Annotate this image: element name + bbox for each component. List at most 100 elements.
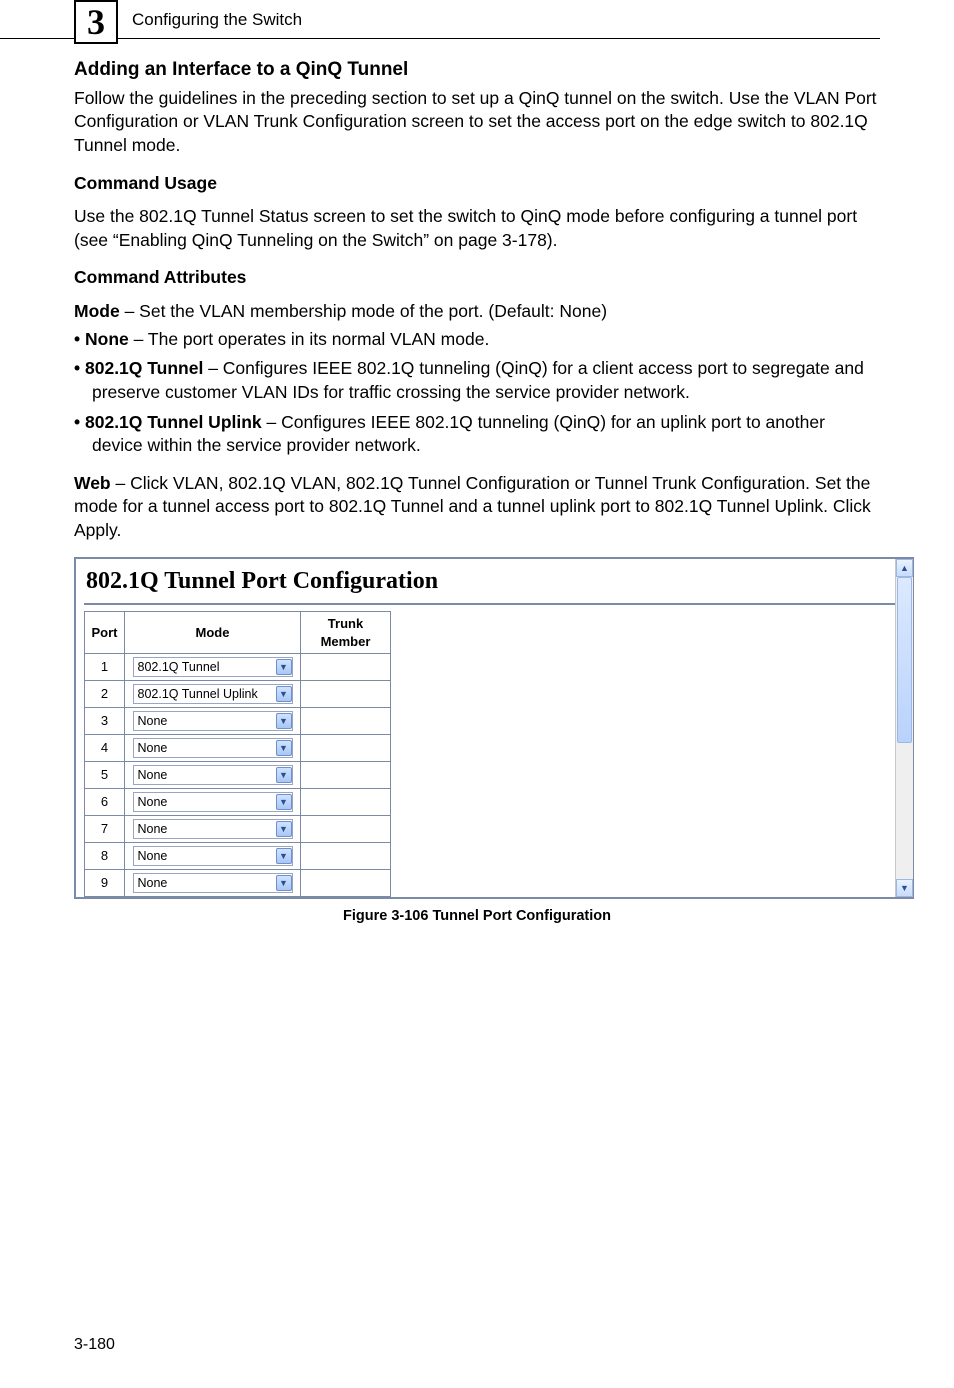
mode-select[interactable]: 802.1Q Tunnel ▼ <box>133 657 293 677</box>
mode-select[interactable]: None ▼ <box>133 792 293 812</box>
chevron-down-icon: ▼ <box>276 821 292 837</box>
mode-select-value: 802.1Q Tunnel Uplink <box>138 686 258 703</box>
mode-select[interactable]: None ▼ <box>133 846 293 866</box>
figure-caption: Figure 3-106 Tunnel Port Configuration <box>74 907 880 927</box>
trunk-cell <box>301 681 391 708</box>
web-lead-bold: Web <box>74 473 111 493</box>
chevron-down-icon: ▼ <box>276 767 292 783</box>
scroll-up-button[interactable]: ▲ <box>896 559 913 577</box>
chevron-down-icon: ▼ <box>276 848 292 864</box>
mode-cell: None ▼ <box>125 816 301 843</box>
col-port: Port <box>85 612 125 654</box>
bullet-bold: 802.1Q Tunnel <box>85 358 203 378</box>
table-row: 9 None ▼ <box>85 870 391 897</box>
mode-select-value: None <box>138 821 168 838</box>
port-cell: 9 <box>85 870 125 897</box>
mode-select-value: None <box>138 875 168 892</box>
trunk-cell <box>301 654 391 681</box>
page-number: 3-180 <box>74 1336 115 1354</box>
mode-lead-rest: – Set the VLAN membership mode of the po… <box>120 301 607 321</box>
mode-select-value: None <box>138 848 168 865</box>
trunk-cell <box>301 708 391 735</box>
command-attributes-heading: Command Attributes <box>74 266 880 290</box>
command-usage-heading: Command Usage <box>74 172 880 196</box>
mode-cell: None ▼ <box>125 708 301 735</box>
mode-select-value: 802.1Q Tunnel <box>138 659 220 676</box>
mode-select[interactable]: None ▼ <box>133 873 293 893</box>
trunk-cell <box>301 762 391 789</box>
chevron-down-icon: ▼ <box>276 794 292 810</box>
mode-cell: None ▼ <box>125 870 301 897</box>
mode-select-value: None <box>138 713 168 730</box>
mode-cell: None ▼ <box>125 789 301 816</box>
port-cell: 2 <box>85 681 125 708</box>
port-cell: 4 <box>85 735 125 762</box>
mode-select[interactable]: None ▼ <box>133 819 293 839</box>
section-intro: Follow the guidelines in the preceding s… <box>74 87 880 158</box>
trunk-cell <box>301 870 391 897</box>
port-cell: 5 <box>85 762 125 789</box>
mode-select[interactable]: 802.1Q Tunnel Uplink ▼ <box>133 684 293 704</box>
col-mode: Mode <box>125 612 301 654</box>
table-row: 5 None ▼ <box>85 762 391 789</box>
mode-select-value: None <box>138 794 168 811</box>
table-row: 2 802.1Q Tunnel Uplink ▼ <box>85 681 391 708</box>
chevron-down-icon: ▼ <box>276 659 292 675</box>
mode-select-value: None <box>138 740 168 757</box>
chevron-down-icon: ▼ <box>276 740 292 756</box>
mode-select[interactable]: None ▼ <box>133 711 293 731</box>
table-row: 8 None ▼ <box>85 843 391 870</box>
chapter-number-box: 3 <box>74 0 118 44</box>
chevron-down-icon: ▼ <box>276 686 292 702</box>
trunk-cell <box>301 735 391 762</box>
table-row: 3 None ▼ <box>85 708 391 735</box>
command-usage-text: Use the 802.1Q Tunnel Status screen to s… <box>74 205 880 252</box>
scroll-track[interactable] <box>896 577 913 879</box>
mode-cell: None ▼ <box>125 762 301 789</box>
table-row: 7 None ▼ <box>85 816 391 843</box>
page-content: Adding an Interface to a QinQ Tunnel Fol… <box>0 57 954 927</box>
mode-select[interactable]: None ▼ <box>133 765 293 785</box>
scroll-thumb[interactable] <box>897 577 912 743</box>
list-item: 802.1Q Tunnel – Configures IEEE 802.1Q t… <box>74 357 880 404</box>
mode-bullets: None – The port operates in its normal V… <box>74 328 880 458</box>
page-header: Configuring the Switch <box>0 0 880 39</box>
bullet-rest: – Configures IEEE 802.1Q tunneling (QinQ… <box>92 358 864 402</box>
trunk-cell <box>301 843 391 870</box>
web-paragraph: Web – Click VLAN, 802.1Q VLAN, 802.1Q Tu… <box>74 472 880 543</box>
port-cell: 7 <box>85 816 125 843</box>
mode-lead: Mode – Set the VLAN membership mode of t… <box>74 300 880 324</box>
screenshot-title: 802.1Q Tunnel Port Configuration <box>76 559 913 603</box>
section-title: Adding an Interface to a QinQ Tunnel <box>74 57 880 83</box>
trunk-cell <box>301 789 391 816</box>
vertical-scrollbar[interactable]: ▲ ▼ <box>895 559 913 897</box>
tunnel-config-screenshot: 802.1Q Tunnel Port Configuration Port Mo… <box>74 557 914 899</box>
mode-cell: None ▼ <box>125 735 301 762</box>
tunnel-port-table: Port Mode Trunk Member 1 802.1Q Tunnel ▼ <box>84 611 391 897</box>
chevron-down-icon: ▼ <box>276 875 292 891</box>
port-cell: 6 <box>85 789 125 816</box>
mode-select-value: None <box>138 767 168 784</box>
list-item: None – The port operates in its normal V… <box>74 328 880 352</box>
port-cell: 8 <box>85 843 125 870</box>
bullet-rest: – The port operates in its normal VLAN m… <box>129 329 490 349</box>
port-cell: 3 <box>85 708 125 735</box>
bullet-bold: 802.1Q Tunnel Uplink <box>85 412 262 432</box>
table-row: 4 None ▼ <box>85 735 391 762</box>
web-lead-rest: – Click VLAN, 802.1Q VLAN, 802.1Q Tunnel… <box>74 473 871 540</box>
table-body: 1 802.1Q Tunnel ▼ 2 802.1Q Tunnel Uplink <box>85 654 391 897</box>
chevron-up-icon: ▲ <box>900 562 909 574</box>
table-header-row: Port Mode Trunk Member <box>85 612 391 654</box>
mode-cell: None ▼ <box>125 843 301 870</box>
col-trunk-label: Trunk Member <box>321 616 371 649</box>
table-row: 1 802.1Q Tunnel ▼ <box>85 654 391 681</box>
chapter-number: 3 <box>87 1 105 43</box>
list-item: 802.1Q Tunnel Uplink – Configures IEEE 8… <box>74 411 880 458</box>
running-title: Configuring the Switch <box>132 10 302 30</box>
scroll-down-button[interactable]: ▼ <box>896 879 913 897</box>
screenshot-divider <box>84 603 905 605</box>
chevron-down-icon: ▼ <box>900 882 909 894</box>
bullet-bold: None <box>85 329 129 349</box>
mode-select[interactable]: None ▼ <box>133 738 293 758</box>
mode-cell: 802.1Q Tunnel ▼ <box>125 654 301 681</box>
